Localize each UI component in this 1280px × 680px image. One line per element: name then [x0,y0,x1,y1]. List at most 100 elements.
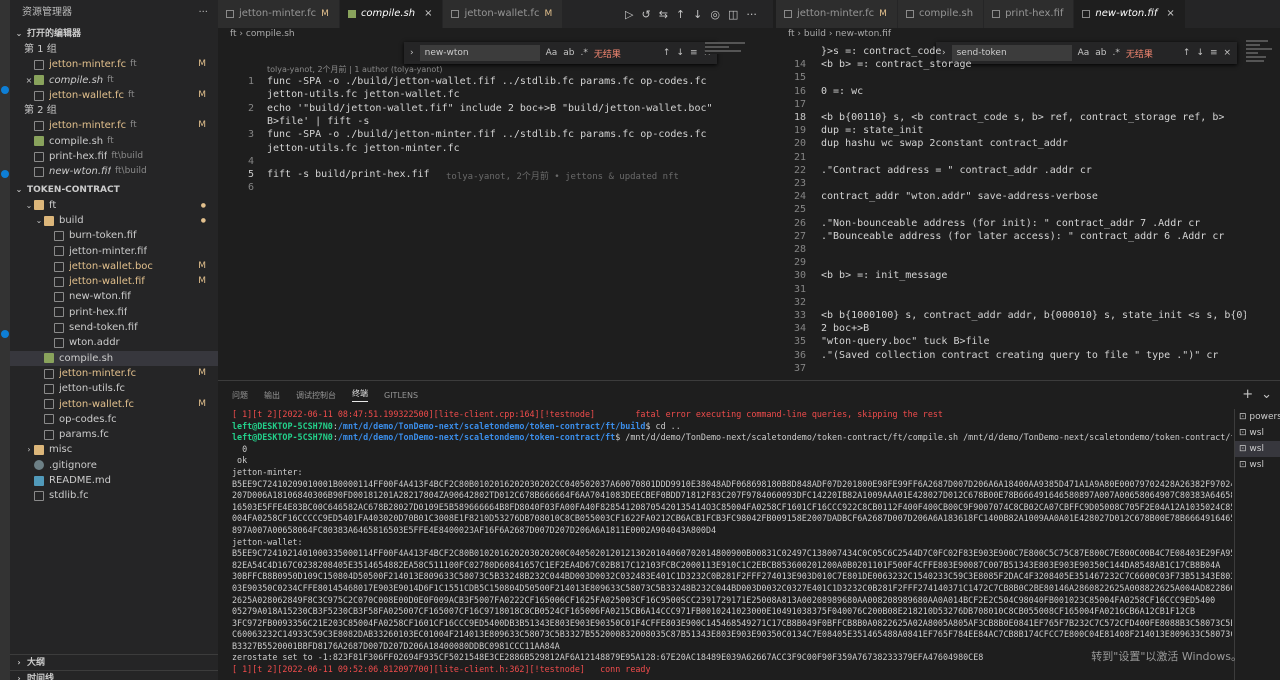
code-line: echo '"build/jetton-wallet.fif" include … [267,102,713,114]
open-editors-section[interactable]: ⌄ 打开的编辑器 [10,26,218,42]
regex-icon[interactable]: .* [581,48,588,58]
open-editor-item[interactable]: × compile.sh ft [10,73,218,88]
editor-tab[interactable]: new-wton.fif × [1074,0,1186,28]
panel-tab[interactable]: 终端 [352,388,368,402]
left-code-area[interactable]: tolya-yanot, 2个月前 | 1 author (tolya-yano… [218,62,775,380]
tree-item[interactable]: jetton-wallet.fc M [10,397,218,412]
panel-tab[interactable]: 调试控制台 [296,390,336,401]
tree-item[interactable]: ⌄ build ● [10,213,218,228]
breadcrumb-folder[interactable]: ft [230,29,237,39]
history-icon[interactable]: ↺ [641,8,650,21]
close-icon[interactable]: × [1166,0,1174,28]
terminal-line: B3327B5520001BBFD8176A2687D007D207D206A1… [232,640,560,651]
breadcrumb-folder[interactable]: build [804,29,826,39]
find-input[interactable] [419,45,540,61]
run-icon[interactable]: ▷ [625,8,633,21]
timeline-section[interactable]: › 时间线 [10,670,218,680]
tree-item[interactable]: burn-token.fif [10,228,218,243]
previous-change-icon[interactable]: ↑ [676,8,685,21]
tree-item[interactable]: jetton-utils.fc [10,381,218,396]
terminal-instance[interactable]: ⊡ wsl [1235,441,1280,457]
tab-label: jetton-minter.fc [797,8,875,19]
open-editor-item[interactable]: new-wton.fif ft\build [10,164,218,179]
arrow-down-icon[interactable]: ↓ [676,48,684,58]
open-editors-label: 打开的编辑器 [27,29,82,39]
editor-tab[interactable]: compile.sh [897,0,985,28]
modified-badge: M [321,9,329,19]
panel-tab[interactable]: 问题 [232,390,248,401]
breadcrumb-folder[interactable]: ft [788,29,795,39]
tree-item[interactable]: compile.sh [10,350,218,366]
right-breadcrumb: ft › build › new-wton.fif [788,29,891,39]
close-icon[interactable]: × [24,73,34,88]
codelens-author[interactable]: tolya-yanot, 2个月前 | 1 author (tolya-yano… [267,64,443,75]
project-section[interactable]: ⌄ TOKEN-CONTRACT [10,182,218,198]
split-editor-icon[interactable]: ◫ [728,8,738,21]
tree-item[interactable]: print-hex.fif [10,305,218,320]
tree-item[interactable]: wton.addr [10,335,218,350]
breadcrumb-file[interactable]: new-wton.fif [835,29,891,39]
next-change-icon[interactable]: ↓ [693,8,702,21]
editor-tab[interactable]: compile.sh × [339,0,444,28]
more-actions-icon[interactable]: ··· [198,0,208,26]
whole-word-icon[interactable]: ab [563,48,574,58]
open-editor-item[interactable]: jetton-wallet.fc ft M [10,88,218,103]
chevron-down-icon[interactable]: ⌄ [1261,387,1272,402]
terminal-instance[interactable]: ⊡ powershell [1235,409,1280,425]
open-editor-item[interactable]: print-hex.fif ft\build [10,149,218,164]
new-terminal-icon[interactable]: + [1242,387,1253,402]
tree-item[interactable]: op-codes.fc [10,412,218,427]
shell-file-icon [347,10,356,18]
open-editor-item[interactable]: compile.sh ft [10,134,218,149]
chevron-right-icon: › [17,673,21,680]
code-line: func -SPA -o ./build/jetton-minter.fif .… [267,129,707,141]
outline-section[interactable]: › 大纲 [10,654,218,670]
editor-tab[interactable]: jetton-minter.fc M [218,0,340,28]
blame-icon[interactable]: ◎ [710,8,720,21]
close-icon[interactable]: × [424,0,432,28]
prompt-command: $ cd .. [645,420,681,431]
chevron-right-icon[interactable]: › [410,48,414,58]
tree-item[interactable]: .gitignore [10,458,218,473]
tree-item[interactable]: jetton-wallet.boc M [10,259,218,274]
tree-item[interactable]: jetton-minter.fc M [10,366,218,381]
tree-item-label: params.fc [59,429,109,441]
editor-tab[interactable]: jetton-minter.fc M [776,0,898,28]
open-editor-item[interactable]: jetton-minter.fc ft M [10,57,218,72]
editor-tab[interactable]: print-hex.fif [984,0,1075,28]
tree-item[interactable]: jetton-wallet.fif M [10,274,218,289]
editor-tab[interactable]: jetton-wallet.fc M [443,0,564,28]
explorer-title: 资源管理器 [22,7,72,18]
file-icon [34,151,44,162]
tree-item[interactable]: README.md [10,473,218,488]
open-editor-dir: ft\build [115,166,147,177]
right-code-area[interactable]: }>s =: contract_code 14 <b b> =: contract_… [776,44,1246,380]
tree-item[interactable]: jetton-minter.fif [10,244,218,259]
left-minimap[interactable] [705,42,765,54]
modified-badge: M [198,367,206,378]
compare-icon[interactable]: ⇆ [659,8,668,21]
tree-item[interactable]: ⌄ ft ● [10,198,218,213]
arrow-up-icon[interactable]: ↑ [663,48,671,58]
tree-item[interactable]: new-wton.fif [10,289,218,304]
terminal-line: ok [232,455,248,466]
more-actions-icon[interactable]: ··· [746,8,757,21]
terminal-line: zerostate set to -1:823F81F306FF02694F93… [232,652,984,663]
open-editor-item[interactable]: jetton-minter.fc ft M [10,118,218,133]
selection-icon[interactable]: ≡ [690,48,698,58]
match-case-icon[interactable]: Aa [546,48,558,58]
terminal-instance[interactable]: ⊡ wsl [1235,457,1280,473]
tree-item[interactable]: › misc [10,442,218,457]
panel-tab[interactable]: GITLENS [384,391,418,400]
right-minimap[interactable] [1246,40,1276,64]
line-number: 28 [793,244,806,255]
terminal-line: 897A007A00658064FC80383A6465816503E5FFE4… [232,524,717,535]
terminal-instance[interactable]: ⊡ wsl [1235,425,1280,441]
breadcrumb-file[interactable]: compile.sh [246,29,295,39]
panel-tab[interactable]: 输出 [264,390,280,401]
terminal-output[interactable]: [ 1][t 2][2022-06-11 08:47:51.199322500]… [232,409,1232,676]
tree-item[interactable]: params.fc [10,427,218,442]
tree-item[interactable]: send-token.fif [10,320,218,335]
line-number: 37 [793,362,806,374]
tree-item[interactable]: stdlib.fc [10,488,218,503]
